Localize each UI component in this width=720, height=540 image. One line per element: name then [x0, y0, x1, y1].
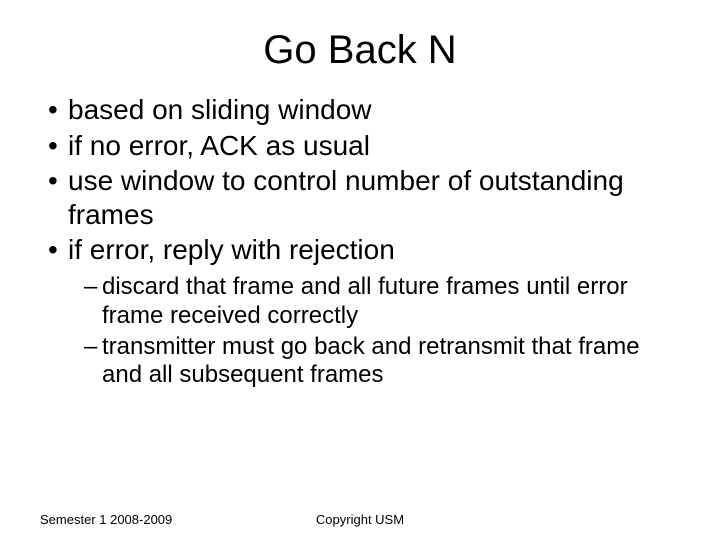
sub-bullet-item: transmitter must go back and retransmit …	[80, 333, 680, 391]
footer-center: Copyright USM	[40, 512, 680, 527]
bullet-item: if error, reply with rejection	[40, 233, 680, 267]
bullet-item: if no error, ACK as usual	[40, 129, 680, 163]
sub-bullet-item: discard that frame and all future frames…	[80, 273, 680, 331]
bullet-item: based on sliding window	[40, 93, 680, 127]
bullet-list: based on sliding window if no error, ACK…	[40, 93, 680, 267]
slide-title: Go Back N	[0, 0, 720, 93]
slide-content: based on sliding window if no error, ACK…	[0, 93, 720, 390]
sub-bullet-list: discard that frame and all future frames…	[40, 273, 680, 390]
bullet-item: use window to control number of outstand…	[40, 164, 680, 231]
slide: Go Back N based on sliding window if no …	[0, 0, 720, 540]
